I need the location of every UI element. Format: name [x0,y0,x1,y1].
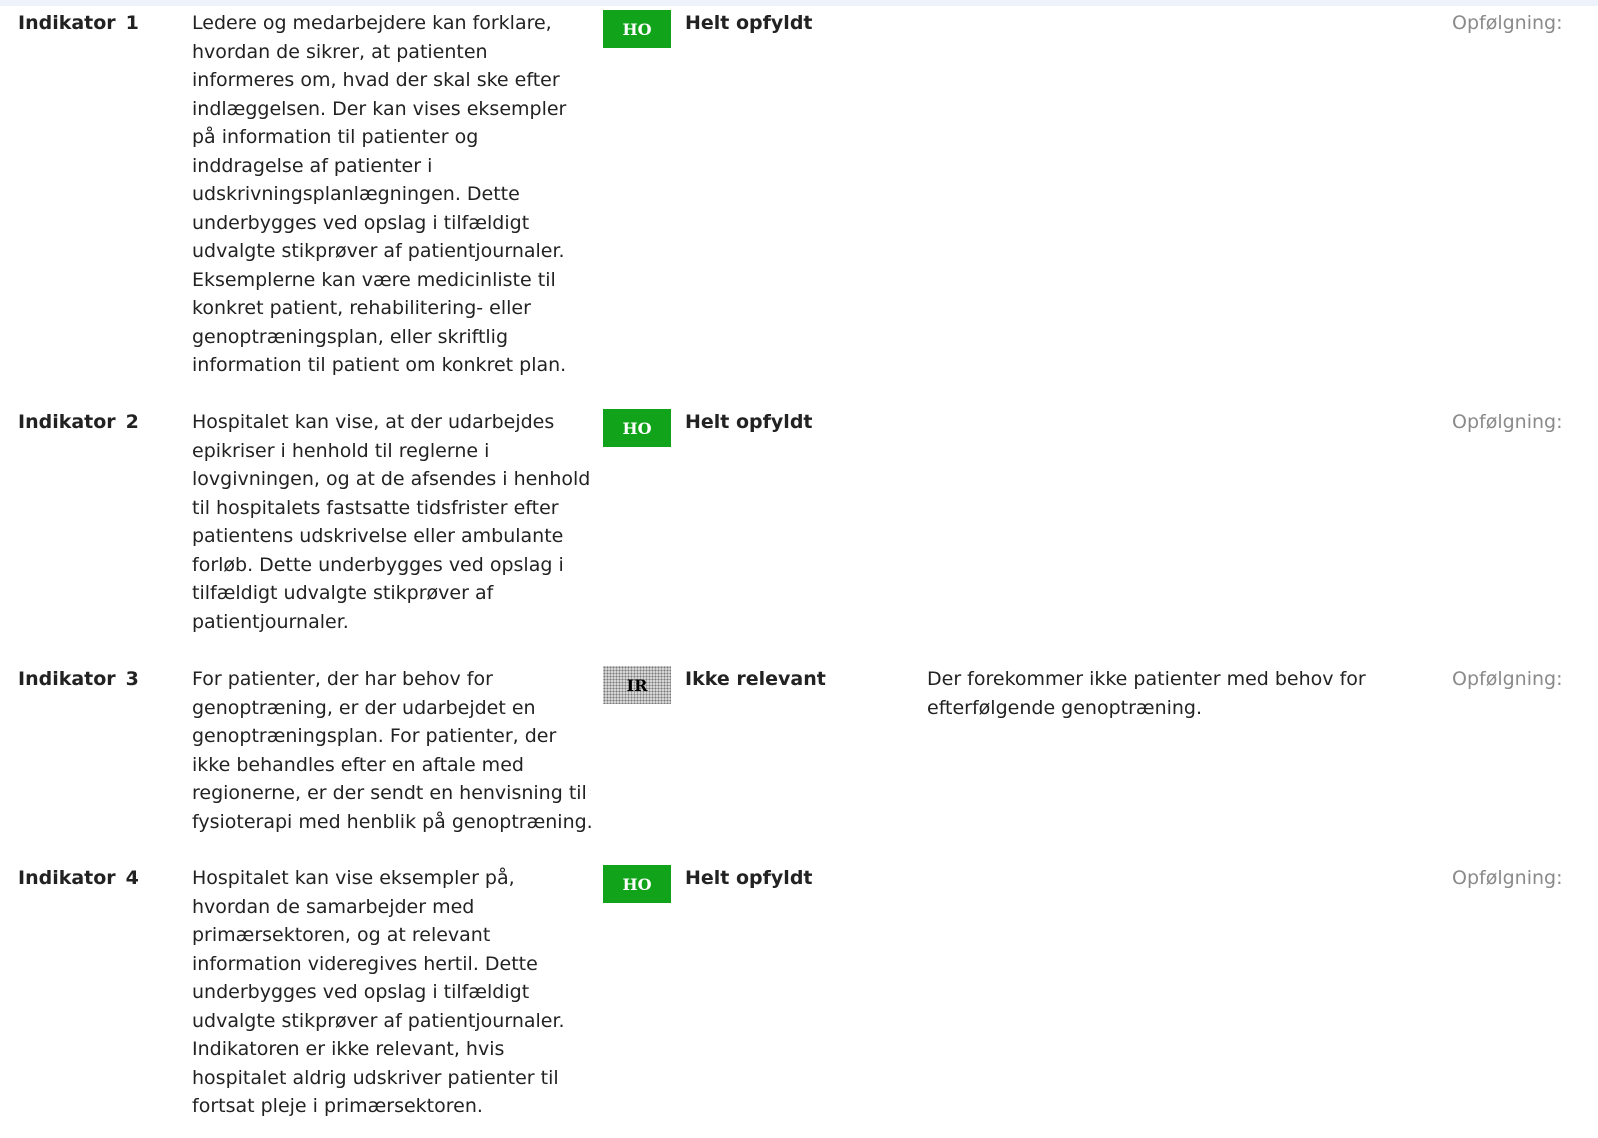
followup-label: Opfølgning: [1452,411,1563,433]
indicator-label: Indikator 4 [18,867,139,889]
indicator-description: Hospitalet kan vise, at der udarbejdes e… [192,411,591,633]
followup-label: Opfølgning: [1452,867,1563,889]
indicator-number: 3 [125,668,139,690]
indicator-description: For patienter, der har behov for genoptr… [192,668,593,833]
indicator-number: 2 [125,411,139,433]
status-label: Helt opfyldt [685,411,813,433]
status-label: Helt opfyldt [685,12,813,34]
indicator-label: Indikator 2 [18,411,139,433]
indicator-description: Ledere og medarbejdere kan forklare, hvo… [192,12,567,376]
indicator-label: Indikator 1 [18,12,139,34]
followup-label: Opfølgning: [1452,12,1563,34]
followup-label: Opfølgning: [1452,668,1563,690]
status-badge-icon: HO [603,10,671,48]
indicator-label: Indikator 3 [18,668,139,690]
status-label: Helt opfyldt [685,867,813,889]
status-badge-icon: HO [603,409,671,447]
status-badge-icon: IR [603,666,671,704]
status-badge-icon: HO [603,865,671,903]
indicator-comment: Der forekommer ikke patienter med behov … [927,668,1366,719]
top-strip [0,0,1598,6]
status-label: Ikke relevant [685,668,826,690]
indicator-number: 4 [125,867,139,889]
indicator-number: 1 [125,12,139,34]
indicator-description: Hospitalet kan vise eksempler på, hvorda… [192,867,565,1117]
